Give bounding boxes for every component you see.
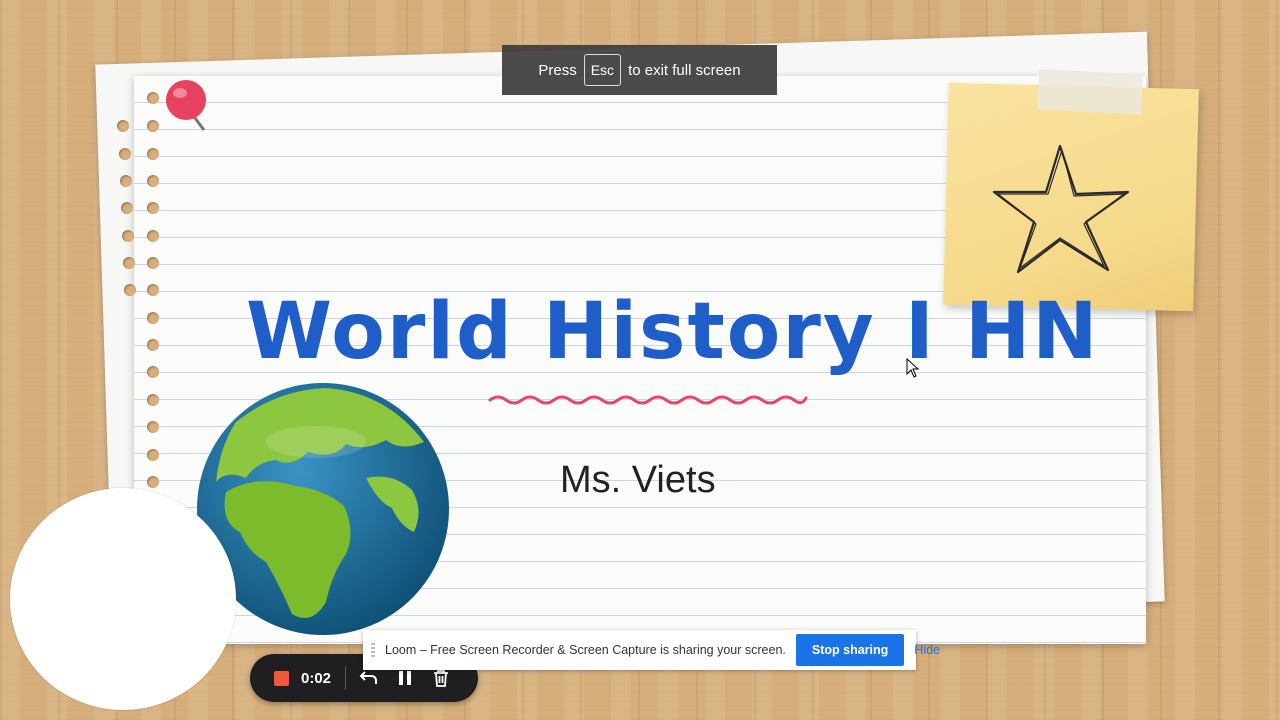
binder-hole	[117, 120, 129, 132]
binder-hole	[123, 257, 135, 269]
recorder-divider	[345, 666, 347, 690]
tape-strip	[1037, 69, 1143, 115]
esc-key-label: Esc	[583, 54, 622, 86]
fullscreen-suffix-text: to exit full screen	[628, 61, 741, 79]
binder-hole	[147, 120, 159, 132]
binder-hole	[147, 476, 159, 488]
squiggle-underline	[488, 395, 808, 405]
elapsed-time: 0:02	[301, 669, 332, 687]
binder-hole	[147, 312, 159, 324]
webcam-bubble[interactable]	[10, 488, 236, 710]
binder-hole	[121, 202, 133, 214]
binder-hole	[120, 175, 132, 187]
binder-hole	[147, 175, 159, 187]
binder-hole	[147, 257, 159, 269]
binder-hole	[119, 148, 131, 160]
screen-share-bar: Loom – Free Screen Recorder & Screen Cap…	[363, 630, 940, 670]
slide-title: World History I HN	[246, 287, 1100, 377]
share-message: Loom – Free Screen Recorder & Screen Cap…	[385, 643, 786, 657]
star-doodle-icon	[992, 144, 1130, 274]
binder-hole	[122, 230, 134, 242]
hide-button[interactable]: Hide	[914, 643, 940, 657]
binder-hole	[124, 284, 136, 296]
mouse-cursor-icon	[906, 358, 920, 378]
binder-hole	[147, 394, 159, 406]
stop-sharing-button[interactable]: Stop sharing	[795, 634, 905, 666]
push-pin-icon	[166, 80, 206, 131]
fullscreen-notice: Press Esc to exit full screen	[502, 45, 777, 95]
drag-grip-icon[interactable]	[371, 643, 375, 657]
binder-hole	[147, 449, 159, 461]
fullscreen-press-text: Press	[538, 61, 577, 79]
binder-hole	[147, 284, 159, 296]
binder-hole	[147, 366, 159, 378]
binder-hole	[147, 202, 159, 214]
binder-hole	[147, 421, 159, 433]
stop-record-icon[interactable]	[274, 670, 289, 686]
slide-subtitle: Ms. Viets	[560, 459, 716, 501]
binder-hole	[147, 92, 159, 104]
binder-hole	[147, 339, 159, 351]
binder-hole	[147, 148, 159, 160]
binder-hole	[147, 230, 159, 242]
